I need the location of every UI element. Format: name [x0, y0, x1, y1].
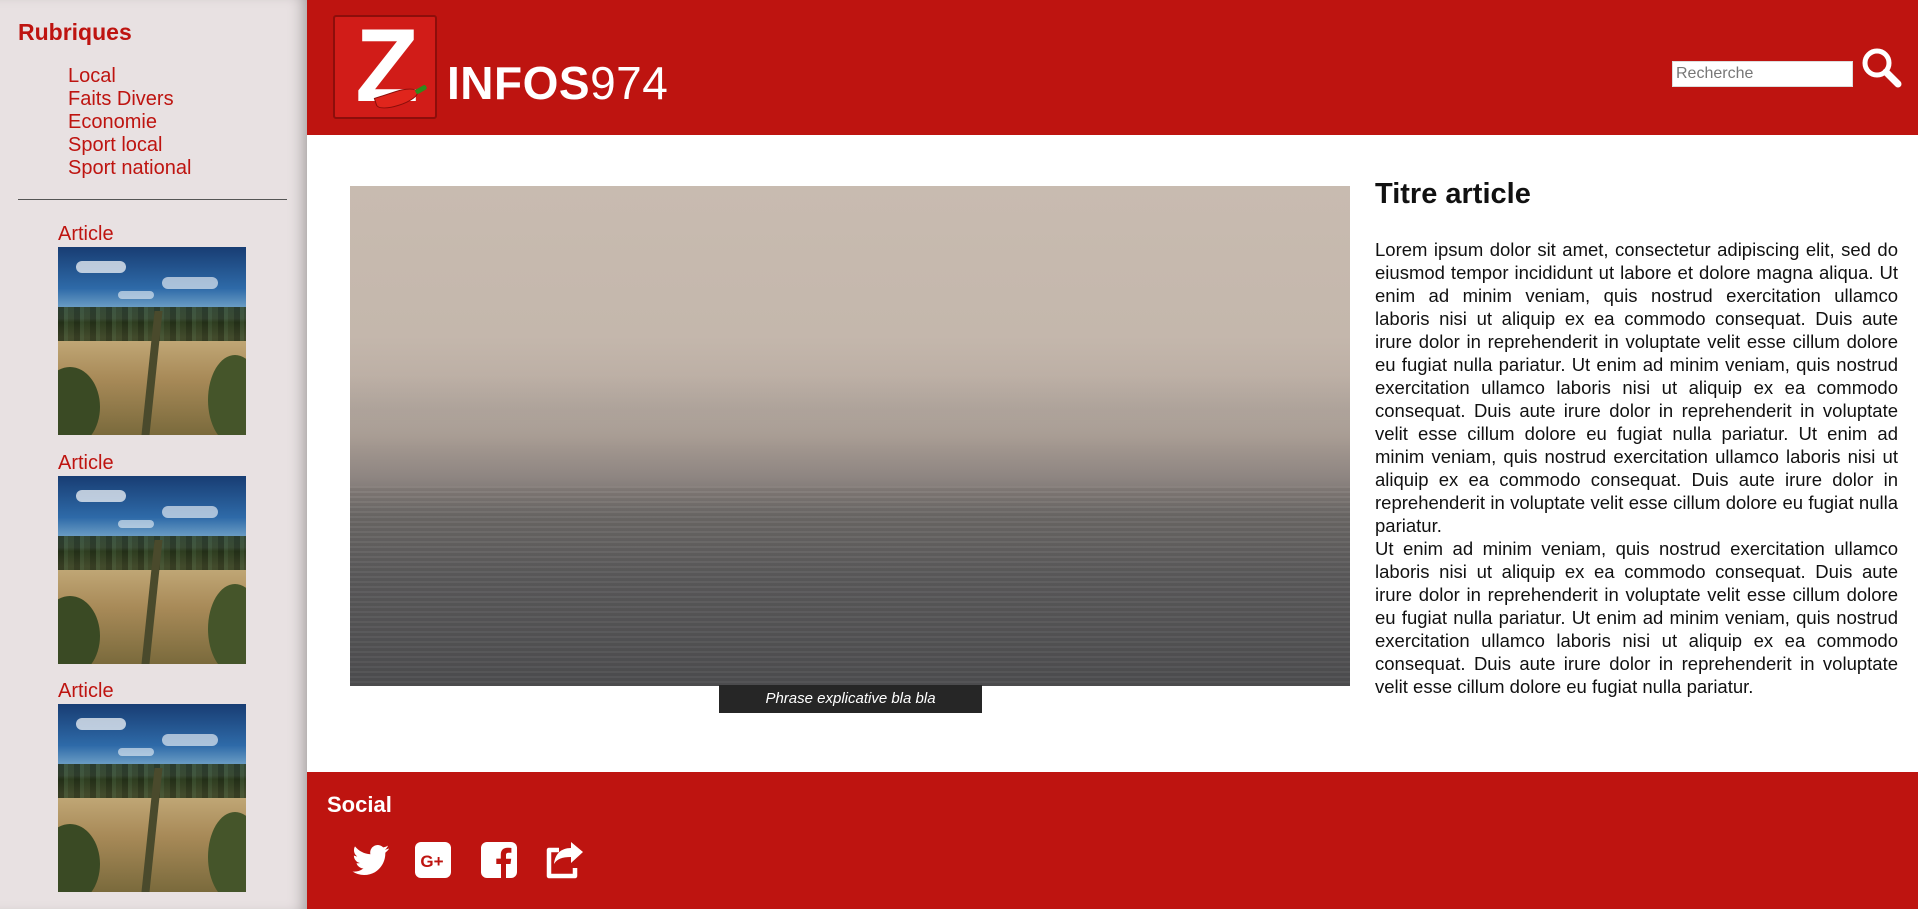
article-paragraph: Lorem ipsum dolor sit amet, consectetur … [1375, 239, 1898, 536]
side-article-1[interactable]: Article [58, 223, 248, 435]
rubrique-faits-divers[interactable]: Faits Divers [68, 88, 191, 111]
sidebar-divider [18, 199, 287, 200]
logo-wordmark[interactable]: INFOS974 [447, 58, 668, 108]
logo[interactable]: Z [333, 11, 437, 121]
site-header: Z INFOS974 [307, 0, 1918, 135]
google-plus-icon[interactable]: G+ [411, 838, 455, 882]
svg-text:G+: G+ [420, 852, 443, 871]
side-article-label[interactable]: Article [58, 680, 248, 702]
social-footer: Social G+ [307, 772, 1918, 909]
side-article-thumbnail[interactable] [58, 704, 246, 892]
article-body: Lorem ipsum dolor sit amet, consectetur … [1375, 238, 1898, 698]
sidebar: Rubriques Local Faits Divers Economie Sp… [0, 0, 307, 909]
image-caption: Phrase explicative bla bla [719, 685, 982, 713]
side-article-thumbnail[interactable] [58, 476, 246, 664]
share-icon[interactable] [541, 838, 585, 882]
search-input[interactable] [1672, 61, 1853, 87]
rubriques-list: Local Faits Divers Economie Sport local … [68, 65, 191, 180]
side-article-thumbnail[interactable] [58, 247, 246, 435]
logo-text-bold: INFOS [447, 57, 591, 109]
side-article-2[interactable]: Article [58, 452, 248, 664]
article-paragraph: Ut enim ad minim veniam, quis nostrud ex… [1375, 538, 1898, 697]
rubrique-sport-national[interactable]: Sport national [68, 157, 191, 180]
side-article-label[interactable]: Article [58, 452, 248, 474]
footer-title: Social [327, 792, 392, 817]
article-image [350, 186, 1350, 686]
facebook-icon[interactable] [477, 838, 521, 882]
side-article-3[interactable]: Article [58, 680, 248, 892]
rubrique-economie[interactable]: Economie [68, 111, 191, 134]
twitter-icon[interactable] [349, 838, 393, 882]
side-article-label[interactable]: Article [58, 223, 248, 245]
sidebar-title: Rubriques [18, 19, 132, 45]
search-icon[interactable] [1859, 45, 1903, 89]
logo-text-light: 974 [590, 57, 669, 109]
rubrique-local[interactable]: Local [68, 65, 191, 88]
rubrique-sport-local[interactable]: Sport local [68, 134, 191, 157]
article-title: Titre article [1375, 178, 1531, 210]
